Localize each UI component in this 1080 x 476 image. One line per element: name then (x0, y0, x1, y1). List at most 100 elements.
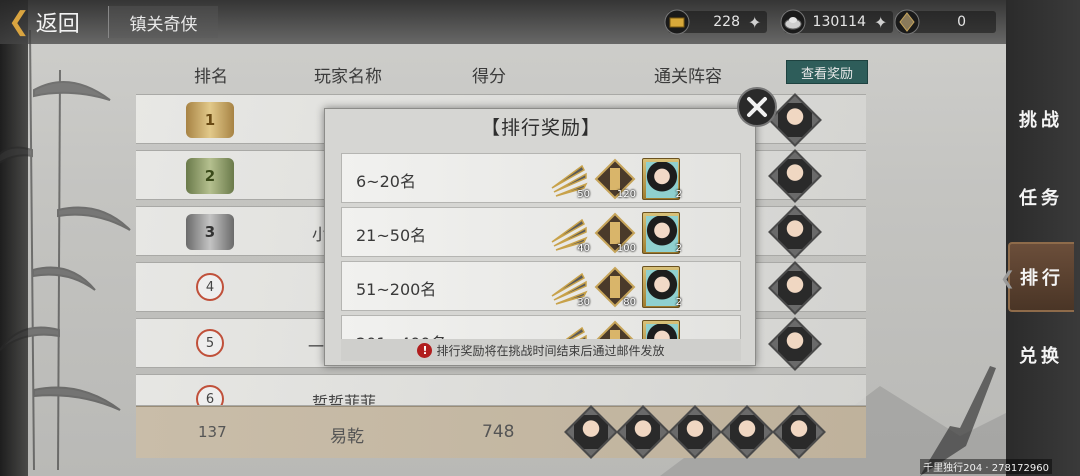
gold-amount: 228 (713, 14, 740, 30)
throwing-knives-item[interactable] (548, 320, 590, 339)
reward-row: 201~400名 (341, 315, 741, 339)
tab-challenge[interactable]: 挑战 (1008, 84, 1074, 154)
tab-ranking[interactable]: ❮ 排行 (1000, 242, 1074, 312)
col-name-header: 玩家名称 (314, 67, 382, 87)
item-quantity: 50 (577, 189, 590, 200)
reward-row: 6~20名 50 120 2 (341, 153, 741, 203)
tab-exchange-label: 兑换 (1019, 346, 1063, 367)
hero-portrait (768, 205, 822, 259)
my-rank: 137 (198, 423, 227, 441)
tab-ranking-label: 排行 (1020, 268, 1064, 289)
back-button[interactable]: ❮ 返回 (8, 4, 100, 40)
currency-gold: 228 ✦ (664, 8, 768, 36)
chevron-left-icon: ❮ (8, 7, 30, 37)
my-name: 易乾 (330, 427, 364, 447)
currency-token: 0 (894, 8, 996, 36)
reward-rank-range: 21~50名 (356, 226, 427, 245)
reward-list[interactable]: 6~20名 50 120 2 21~50名 40 100 2 51~200名 3… (341, 153, 741, 339)
game-screen: ❮ 返回 镇关奇侠 228 ✦ 130114 ✦ 0 挑战 任务 ❮ 排行 兑换… (0, 0, 1080, 476)
watermark: 千里独行204 · 278172960 (920, 459, 1052, 474)
reward-rank-range: 201~400名 (356, 330, 447, 339)
silver-amount: 130114 (812, 14, 866, 30)
add-silver-icon[interactable]: ✦ (874, 13, 887, 32)
gold-bar-icon (662, 7, 692, 37)
item-quantity: 80 (623, 297, 636, 308)
close-icon (747, 97, 767, 117)
bamboo-decoration (0, 30, 131, 470)
tab-tasks-label: 任务 (1019, 188, 1063, 209)
scroll-item[interactable]: 120 (594, 158, 636, 200)
rank-badge: 6 (196, 385, 224, 405)
hero-portrait (768, 149, 822, 203)
rank-badge: 5 (196, 329, 224, 357)
page-title: 镇关奇侠 (108, 6, 218, 38)
throwing-knives-item[interactable]: 40 (548, 212, 590, 254)
hero-card-icon (642, 212, 680, 254)
hero-portrait (668, 405, 722, 459)
tab-tasks[interactable]: 任务 (1008, 162, 1074, 232)
scroll-token-icon (596, 320, 634, 339)
rank-badge: 4 (196, 273, 224, 301)
item-quantity: 120 (616, 189, 636, 200)
chevron-left-icon: ❮ (1000, 268, 1020, 289)
currency-silver-pill: 130114 ✦ (780, 9, 894, 35)
hero-card-item[interactable]: 2 (640, 158, 682, 200)
view-reward-button[interactable]: 查看奖励 (786, 60, 868, 84)
currency-silver: 130114 ✦ (780, 8, 894, 36)
tab-challenge-label: 挑战 (1019, 110, 1063, 131)
token-icon (892, 7, 922, 37)
notice-text: 排行奖励将在挑战时间结束后通过邮件发放 (436, 343, 665, 358)
table-row[interactable]: 6 哲哲菲菲 (136, 374, 866, 406)
reward-rank-range: 6~20名 (356, 172, 416, 191)
my-score: 748 (482, 422, 515, 442)
reward-row: 21~50名 40 100 2 (341, 207, 741, 257)
my-rank-row: 137 易乾 748 (136, 405, 866, 459)
hero-card-icon (642, 320, 680, 339)
hero-portrait (564, 405, 618, 459)
col-lineup-header: 通关阵容 (654, 67, 722, 87)
hero-card-icon (642, 266, 680, 308)
hero-portrait (768, 317, 822, 371)
scroll-item[interactable] (594, 320, 636, 339)
reward-row: 51~200名 30 80 2 (341, 261, 741, 311)
item-quantity: 40 (577, 243, 590, 254)
scroll-item[interactable]: 80 (594, 266, 636, 308)
reward-notice: ! 排行奖励将在挑战时间结束后通过邮件发放 (341, 339, 741, 361)
hero-card-icon (642, 158, 680, 200)
currency-token-pill: 0 (894, 9, 996, 35)
rank-badge-gold: 1 (186, 102, 234, 138)
item-quantity: 2 (675, 243, 682, 254)
scroll-item[interactable]: 100 (594, 212, 636, 254)
silver-ingot-icon (778, 7, 808, 37)
token-amount: 0 (957, 14, 966, 30)
ranking-table-header: 排名 玩家名称 得分 通关阵容 (136, 58, 866, 88)
player-name: 哲哲菲菲 (312, 393, 377, 406)
throwing-knives-icon (565, 326, 587, 339)
hero-card-item[interactable] (640, 320, 682, 339)
currency-gold-pill: 228 ✦ (664, 9, 768, 35)
rank-badge-green: 2 (186, 158, 234, 194)
col-rank-header: 排名 (194, 67, 228, 87)
ranking-reward-dialog: 【排行奖励】 6~20名 50 120 2 21~50名 40 100 2 51… (324, 87, 777, 366)
hero-card-item[interactable]: 2 (640, 266, 682, 308)
col-score-header: 得分 (472, 67, 506, 87)
dialog-title: 【排行奖励】 (480, 117, 601, 139)
hero-portrait (616, 405, 670, 459)
item-quantity: 2 (675, 297, 682, 308)
throwing-knives-item[interactable]: 50 (548, 158, 590, 200)
warning-icon: ! (417, 342, 433, 358)
add-gold-icon[interactable]: ✦ (748, 13, 761, 32)
item-quantity: 2 (675, 189, 682, 200)
close-button[interactable] (737, 87, 777, 127)
hero-card-item[interactable]: 2 (640, 212, 682, 254)
item-quantity: 30 (577, 297, 590, 308)
tab-exchange[interactable]: 兑换 (1008, 320, 1074, 390)
back-label: 返回 (35, 12, 80, 37)
side-tab-bar: 挑战 任务 ❮ 排行 兑换 (1000, 0, 1080, 476)
throwing-knives-item[interactable]: 30 (548, 266, 590, 308)
item-quantity: 100 (616, 243, 636, 254)
hero-portrait (772, 405, 826, 459)
rank-badge-gray: 3 (186, 214, 234, 250)
reward-rank-range: 51~200名 (356, 280, 437, 299)
top-bar: ❮ 返回 镇关奇侠 228 ✦ 130114 ✦ 0 (0, 0, 1010, 44)
